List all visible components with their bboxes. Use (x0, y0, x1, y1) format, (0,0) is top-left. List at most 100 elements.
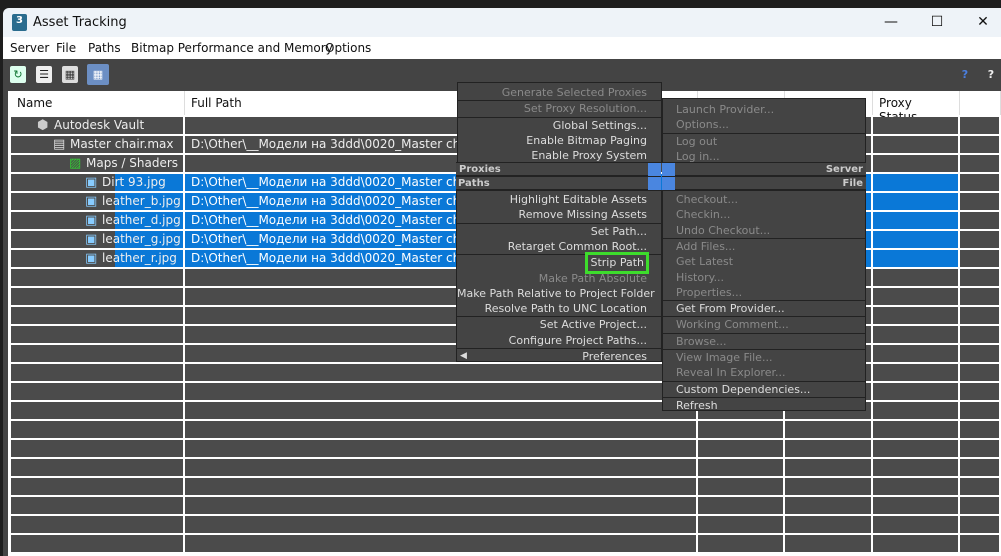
cell[interactable] (698, 440, 783, 457)
close-button[interactable]: ✕ (963, 10, 1001, 34)
path-cell[interactable] (185, 383, 696, 400)
table-view-icon[interactable]: ▦ (87, 64, 109, 85)
cell[interactable] (960, 535, 999, 552)
name-cell[interactable] (11, 535, 183, 552)
name-cell[interactable] (11, 383, 183, 400)
menu-item-reveal-in-explorer[interactable]: Reveal In Explorer... (663, 365, 865, 380)
column-header[interactable]: Name (11, 91, 185, 115)
menu-file[interactable]: File (56, 41, 76, 55)
cell[interactable] (873, 402, 958, 419)
cell[interactable] (960, 345, 999, 362)
menu-item-checkout[interactable]: Checkout... (663, 192, 865, 207)
path-cell[interactable] (185, 535, 696, 552)
name-cell[interactable] (11, 459, 183, 476)
cell[interactable] (785, 535, 871, 552)
cell[interactable] (873, 535, 958, 552)
menu-item-set-active-project[interactable]: Set Active Project... (457, 317, 661, 332)
cell[interactable] (873, 174, 958, 191)
name-cell[interactable]: ▣ leather_b.jpg (11, 193, 183, 210)
cell[interactable] (785, 421, 871, 438)
cell[interactable] (873, 155, 958, 172)
cell[interactable] (960, 136, 999, 153)
menu-item-set-proxy-resolution[interactable]: Set Proxy Resolution... (458, 101, 661, 116)
cell[interactable] (698, 497, 783, 514)
cell[interactable] (873, 117, 958, 134)
list-view-icon[interactable]: ☰ (36, 66, 52, 83)
menu-item-set-path[interactable]: Set Path... (457, 224, 661, 239)
cell[interactable] (873, 497, 958, 514)
cell[interactable] (960, 383, 999, 400)
menu-item-launch-provider[interactable]: Launch Provider... (663, 102, 865, 117)
name-cell[interactable] (11, 269, 183, 286)
name-cell[interactable]: ▣ leather_d.jpg (11, 212, 183, 229)
cell[interactable] (960, 174, 999, 191)
cell[interactable] (873, 193, 958, 210)
cell[interactable] (873, 250, 958, 267)
cell[interactable] (960, 364, 999, 381)
menu-item-working-comment[interactable]: Working Comment... (663, 317, 865, 332)
cell[interactable] (873, 307, 958, 324)
path-cell[interactable] (185, 478, 696, 495)
cell[interactable] (960, 250, 999, 267)
cell[interactable] (785, 497, 871, 514)
quad-switch-proxies[interactable] (648, 163, 661, 176)
menu-item-log-out[interactable]: Log out (663, 134, 865, 149)
name-cell[interactable] (11, 307, 183, 324)
cell[interactable] (873, 136, 958, 153)
cell[interactable] (960, 440, 999, 457)
menu-item-preferences[interactable]: Preferences (457, 349, 661, 364)
name-cell[interactable] (11, 326, 183, 343)
cell[interactable] (960, 155, 999, 172)
menu-item-add-files[interactable]: Add Files... (663, 239, 865, 254)
cell[interactable] (873, 288, 958, 305)
name-cell[interactable] (11, 364, 183, 381)
menu-item-checkin[interactable]: Checkin... (663, 207, 865, 222)
menu-bitmap-performance[interactable]: Bitmap Performance and Memory (131, 41, 333, 55)
menu-item-get-from-provider[interactable]: Get From Provider... (663, 301, 865, 316)
menu-paths[interactable]: Paths (88, 41, 121, 55)
menu-item-options[interactable]: Options... (663, 117, 865, 132)
cell[interactable] (960, 402, 999, 419)
menu-server[interactable]: Server (10, 41, 49, 55)
menu-item-highlight-editable-assets[interactable]: Highlight Editable Assets (457, 192, 661, 207)
menu-item-make-path-absolute[interactable]: Make Path Absolute (457, 271, 661, 286)
cell[interactable] (873, 459, 958, 476)
cell[interactable] (873, 269, 958, 286)
cell[interactable] (960, 288, 999, 305)
context-help-icon[interactable]: ? (983, 66, 999, 83)
menu-item-properties[interactable]: Properties... (663, 285, 865, 300)
details-view-icon[interactable]: ▦ (62, 66, 78, 83)
menu-item-enable-proxy-system[interactable]: Enable Proxy System (458, 148, 661, 163)
path-cell[interactable] (185, 497, 696, 514)
cell[interactable] (698, 478, 783, 495)
menu-item-refresh[interactable]: Refresh (663, 398, 865, 413)
cell[interactable] (960, 478, 999, 495)
menu-item-configure-project-paths[interactable]: Configure Project Paths... (457, 333, 661, 348)
name-cell[interactable] (11, 402, 183, 419)
name-cell[interactable]: ▣ leather_g.jpg (11, 231, 183, 248)
cell[interactable] (698, 421, 783, 438)
path-cell[interactable] (185, 402, 696, 419)
cell[interactable] (698, 459, 783, 476)
path-cell[interactable] (185, 516, 696, 533)
menu-item-generate-selected-proxies[interactable]: Generate Selected Proxies (458, 85, 661, 100)
menu-item-custom-dependencies[interactable]: Custom Dependencies... (663, 382, 865, 397)
quad-switch-server[interactable] (662, 163, 675, 176)
column-header[interactable]: Proxy Status (873, 91, 960, 124)
cell[interactable] (960, 516, 999, 533)
menu-item-enable-bitmap-paging[interactable]: Enable Bitmap Paging (458, 133, 661, 148)
quad-switch-file[interactable] (662, 177, 675, 190)
cell[interactable] (785, 459, 871, 476)
path-cell[interactable] (185, 421, 696, 438)
path-cell[interactable] (185, 459, 696, 476)
menu-item-global-settings[interactable]: Global Settings... (458, 118, 661, 133)
cell[interactable] (960, 231, 999, 248)
cell[interactable] (960, 269, 999, 286)
menu-item-remove-missing-assets[interactable]: Remove Missing Assets (457, 207, 661, 222)
cell[interactable] (873, 212, 958, 229)
name-cell[interactable]: ⬢ Autodesk Vault (11, 117, 183, 134)
cell[interactable] (873, 440, 958, 457)
menu-options[interactable]: Options (325, 41, 371, 55)
cell[interactable] (960, 307, 999, 324)
cell[interactable] (873, 478, 958, 495)
